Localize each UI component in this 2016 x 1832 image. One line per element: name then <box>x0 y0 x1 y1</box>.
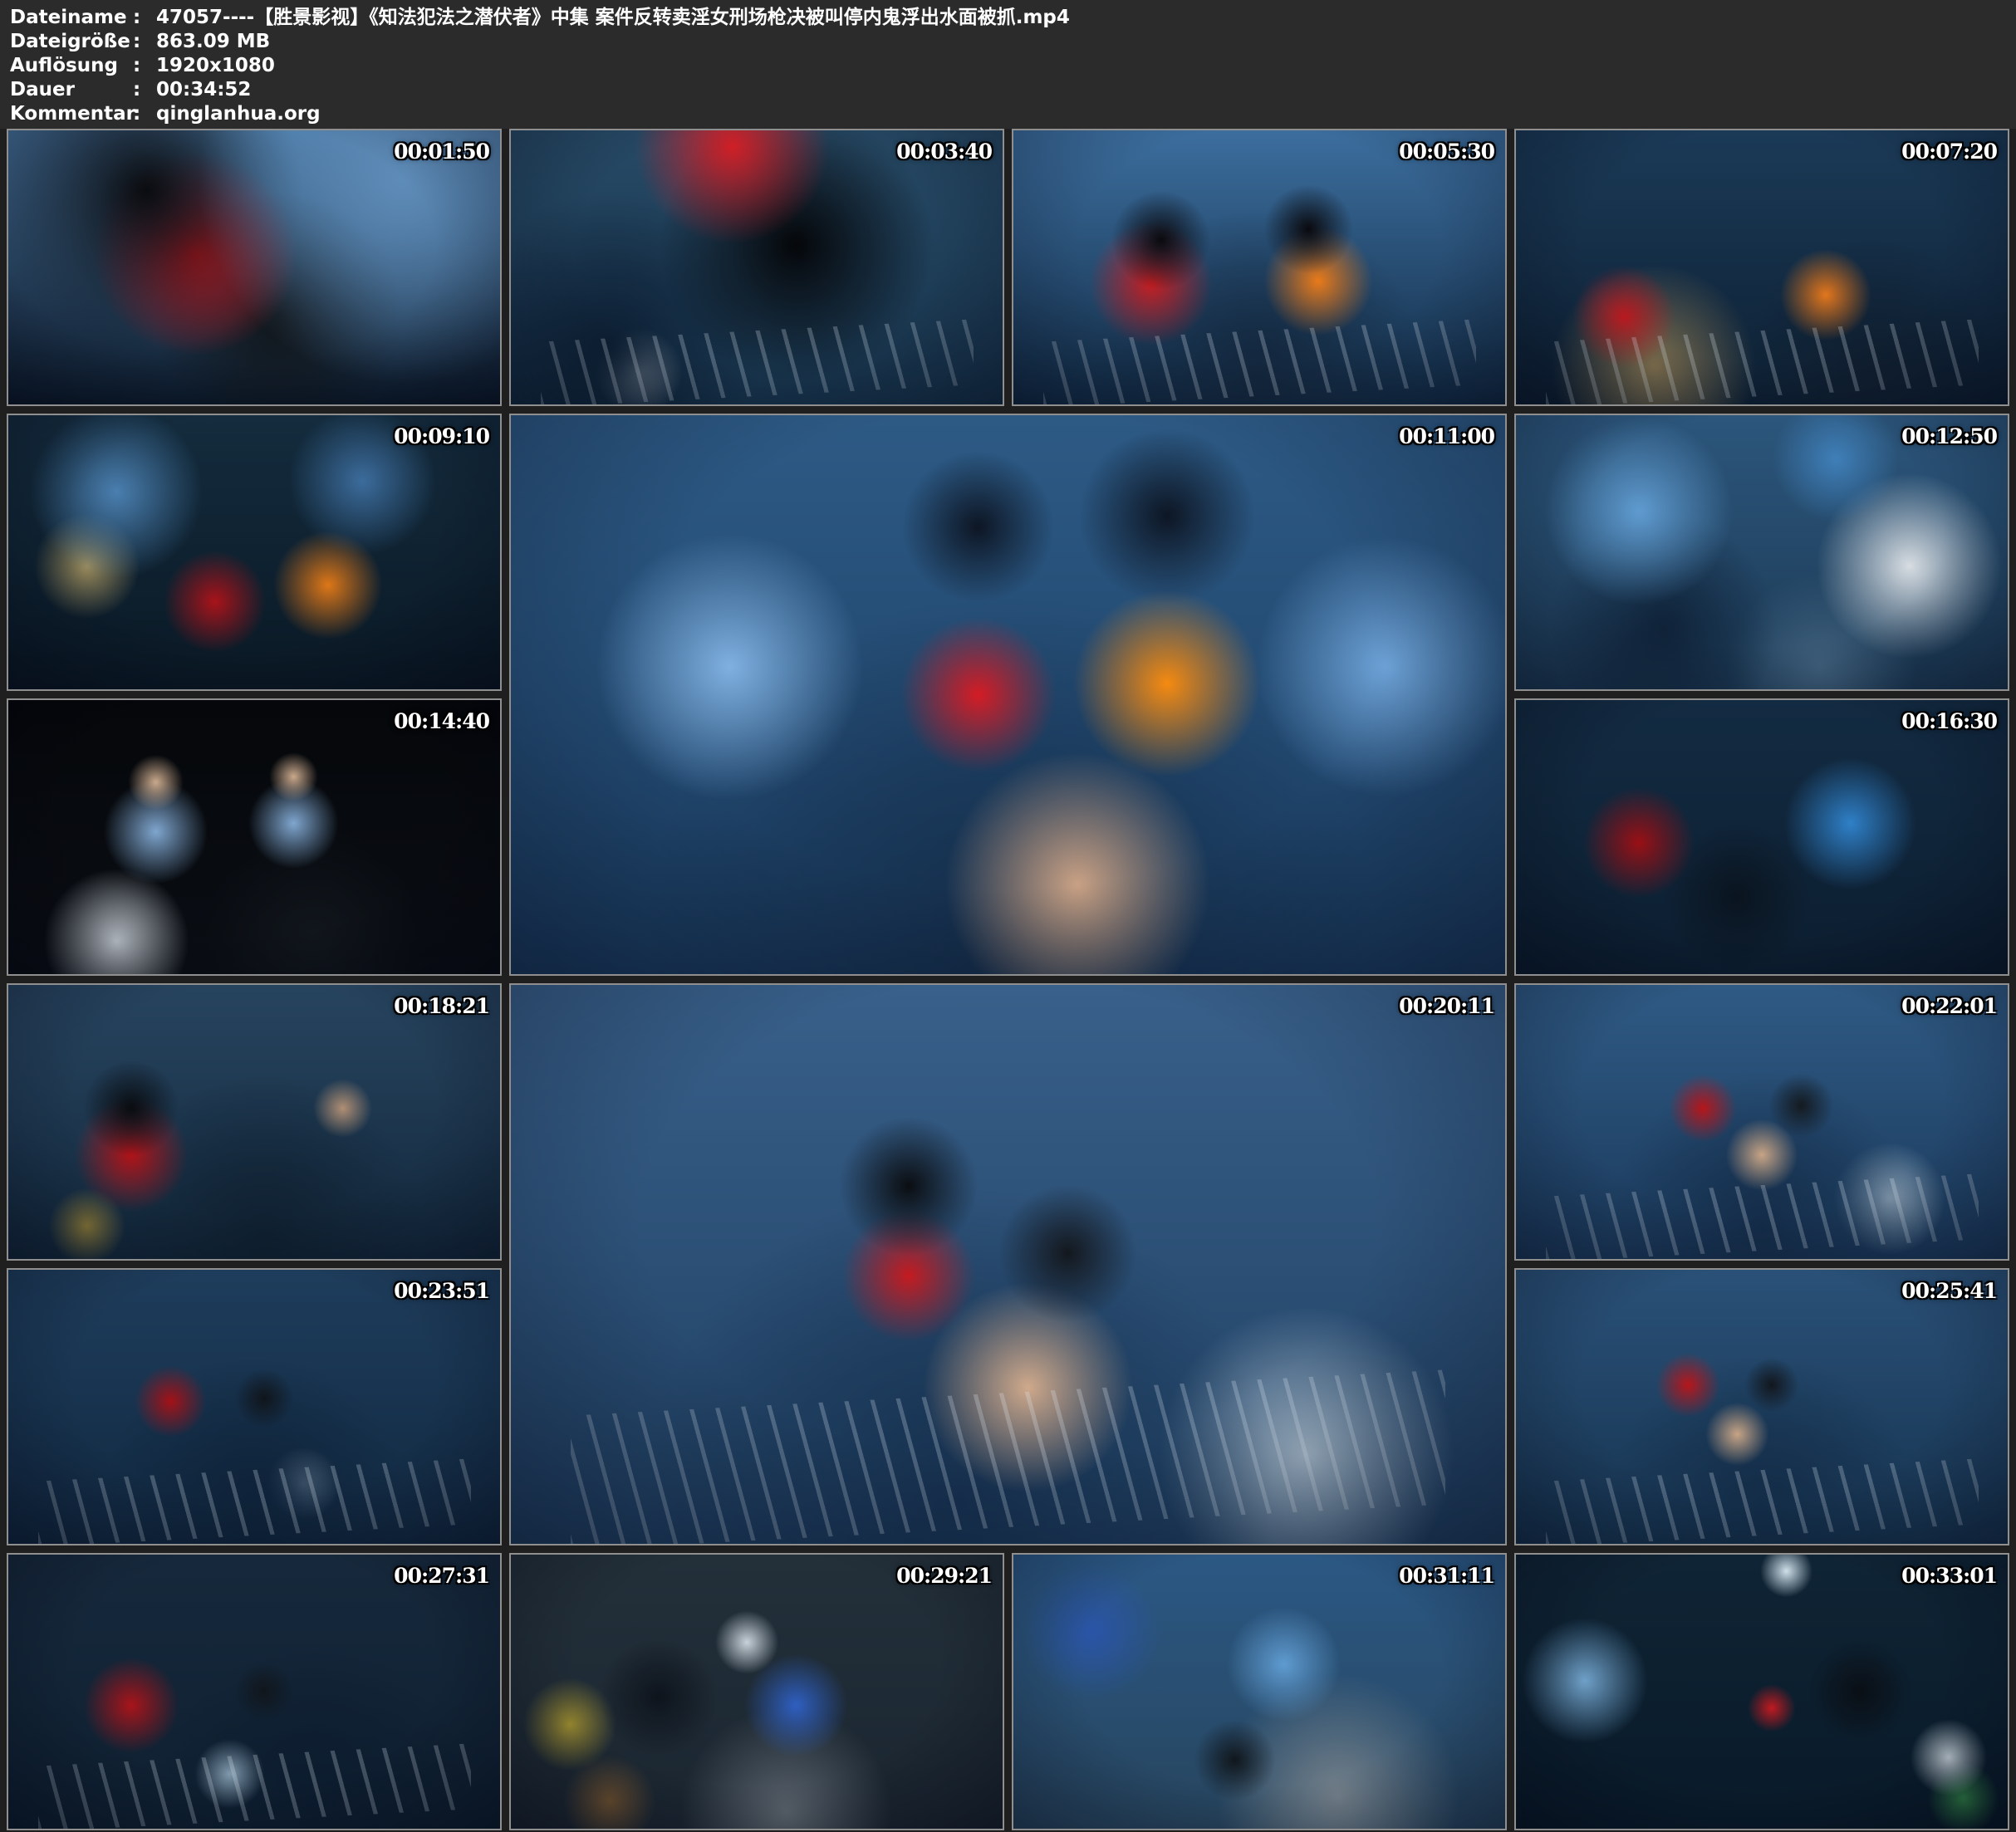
video-thumbnail-11-large[interactable]: 00:20:11 <box>509 983 1507 1545</box>
timestamp-overlay: 00:01:50 <box>394 140 489 164</box>
field-value-resolution: 1920x1080 <box>156 54 2016 78</box>
timestamp-overlay: 00:16:30 <box>1901 709 1997 733</box>
timestamp-overlay: 00:03:40 <box>896 140 992 164</box>
timestamp-overlay: 00:23:51 <box>394 1279 489 1303</box>
video-thumbnail-16[interactable]: 00:29:21 <box>509 1553 1004 1830</box>
timestamp-overlay: 00:05:30 <box>1399 140 1494 164</box>
timestamp-overlay: 00:33:01 <box>1901 1564 1997 1588</box>
file-info-row: Auflösung : 1920x1080 <box>10 54 2016 78</box>
video-thumbnail-9[interactable]: 00:16:30 <box>1514 698 2009 976</box>
field-separator: : <box>133 102 156 126</box>
timestamp-overlay: 00:09:10 <box>394 424 489 448</box>
field-separator: : <box>133 30 156 54</box>
timestamp-overlay: 00:27:31 <box>394 1564 489 1588</box>
video-thumbnail-15[interactable]: 00:27:31 <box>7 1553 502 1830</box>
timestamp-overlay: 00:14:40 <box>394 709 489 733</box>
field-separator: : <box>133 54 156 78</box>
video-thumbnail-1[interactable]: 00:01:50 <box>7 129 502 406</box>
video-thumbnail-14[interactable]: 00:25:41 <box>1514 1268 2009 1545</box>
video-thumbnail-7[interactable]: 00:12:50 <box>1514 414 2009 691</box>
file-info-row: Kommentar : qinglanhua.org <box>10 102 2016 126</box>
field-label-filesize: Dateigröße <box>10 30 133 54</box>
file-info-header: Dateiname : 47057----【胜景影视】《知法犯法之潜伏者》中集 … <box>0 0 2016 129</box>
video-thumbnail-17[interactable]: 00:31:11 <box>1012 1553 1507 1830</box>
video-thumbnail-10[interactable]: 00:18:21 <box>7 983 502 1261</box>
field-value-comment: qinglanhua.org <box>156 102 2016 126</box>
timestamp-overlay: 00:07:20 <box>1901 140 1997 164</box>
field-label-resolution: Auflösung <box>10 54 133 78</box>
field-label-filename: Dateiname <box>10 6 133 30</box>
timestamp-overlay: 00:12:50 <box>1901 424 1997 448</box>
field-value-filesize: 863.09 MB <box>156 30 2016 54</box>
video-thumbnail-2[interactable]: 00:03:40 <box>509 129 1004 406</box>
video-thumbnail-8[interactable]: 00:14:40 <box>7 698 502 976</box>
video-thumbnail-12[interactable]: 00:22:01 <box>1514 983 2009 1261</box>
video-thumbnail-13[interactable]: 00:23:51 <box>7 1268 502 1545</box>
timestamp-overlay: 00:18:21 <box>394 994 489 1018</box>
timestamp-overlay: 00:29:21 <box>896 1564 992 1588</box>
field-separator: : <box>133 6 156 30</box>
file-info-row: Dauer : 00:34:52 <box>10 78 2016 102</box>
file-info-row: Dateiname : 47057----【胜景影视】《知法犯法之潜伏者》中集 … <box>10 6 2016 30</box>
timestamp-overlay: 00:22:01 <box>1901 994 1997 1018</box>
field-label-duration: Dauer <box>10 78 133 102</box>
field-separator: : <box>133 78 156 102</box>
video-thumbnail-18[interactable]: 00:33:01 <box>1514 1553 2009 1830</box>
field-label-comment: Kommentar <box>10 102 133 126</box>
video-thumbnail-3[interactable]: 00:05:30 <box>1012 129 1507 406</box>
file-info-row: Dateigröße : 863.09 MB <box>10 30 2016 54</box>
video-thumbnail-6-large[interactable]: 00:11:00 <box>509 414 1507 976</box>
timestamp-overlay: 00:31:11 <box>1399 1564 1494 1588</box>
video-thumbnail-4[interactable]: 00:07:20 <box>1514 129 2009 406</box>
timestamp-overlay: 00:11:00 <box>1399 424 1494 448</box>
timestamp-overlay: 00:25:41 <box>1901 1279 1997 1303</box>
thumbnail-grid: 00:01:50 00:03:40 00:05:30 00:07:20 00:0… <box>7 129 2009 1830</box>
timestamp-overlay: 00:20:11 <box>1399 994 1494 1018</box>
field-value-duration: 00:34:52 <box>156 78 2016 102</box>
video-thumbnail-5[interactable]: 00:09:10 <box>7 414 502 691</box>
field-value-filename: 47057----【胜景影视】《知法犯法之潜伏者》中集 案件反转卖淫女刑场枪决被… <box>156 6 2016 30</box>
